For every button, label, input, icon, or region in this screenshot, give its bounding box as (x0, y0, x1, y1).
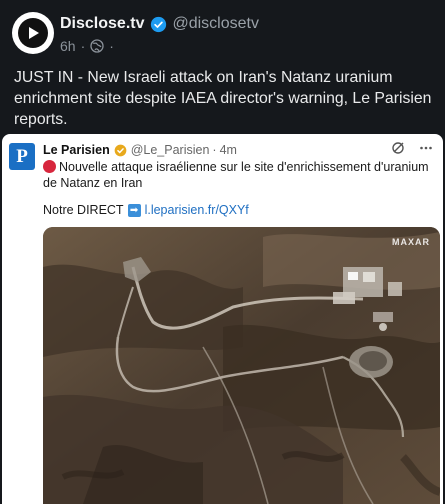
embedded-text: Nouvelle attaque israélienne sur le site… (43, 160, 429, 190)
more-options-icon[interactable] (419, 141, 433, 155)
direct-link[interactable]: l.leparisien.fr/QXYf (145, 203, 249, 217)
verified-badge-icon (150, 16, 167, 33)
post-time[interactable]: 6h (60, 38, 76, 54)
embedded-header: Le Parisien @Le_Parisien · 4m (43, 143, 237, 157)
le-parisien-logo[interactable]: P (9, 143, 35, 170)
embedded-handle[interactable]: @Le_Parisien (131, 143, 210, 157)
meta-separator: · (80, 38, 86, 54)
slash-circle-icon[interactable] (391, 141, 405, 155)
avatar[interactable] (12, 12, 54, 54)
right-arrow-icon: ➡ (127, 203, 141, 217)
author-handle[interactable]: @disclosetv (172, 15, 259, 33)
embedded-time: 4m (219, 143, 237, 157)
embedded-separator: · (212, 143, 217, 157)
globe-icon (90, 39, 104, 53)
direct-label: Notre DIRECT (43, 203, 124, 217)
post-meta: 6h · · (60, 38, 114, 54)
direct-line: Notre DIRECT ➡ l.leparisien.fr/QXYf (43, 203, 249, 217)
red-circle-icon (43, 160, 56, 173)
gold-verified-icon (114, 144, 127, 157)
post-text: JUST IN - New Israeli attack on Iran's N… (14, 69, 432, 128)
embedded-author-name[interactable]: Le Parisien (43, 143, 110, 157)
embedded-post-card[interactable]: P Le Parisien @Le_Parisien · 4m Nouvelle… (2, 134, 443, 504)
play-icon (18, 18, 48, 48)
embedded-actions (391, 141, 433, 155)
author-line: Disclose.tv @disclosetv (60, 15, 259, 33)
embedded-text-block: Nouvelle attaque israélienne sur le site… (43, 159, 435, 191)
satellite-image[interactable]: MAXAR (43, 227, 440, 504)
meta-separator-2: · (109, 38, 114, 54)
maxar-watermark: MAXAR (392, 237, 430, 247)
author-name[interactable]: Disclose.tv (60, 15, 144, 33)
post-header: Disclose.tv @disclosetv 6h · · (12, 12, 437, 56)
satellite-image-drawing (43, 227, 440, 504)
